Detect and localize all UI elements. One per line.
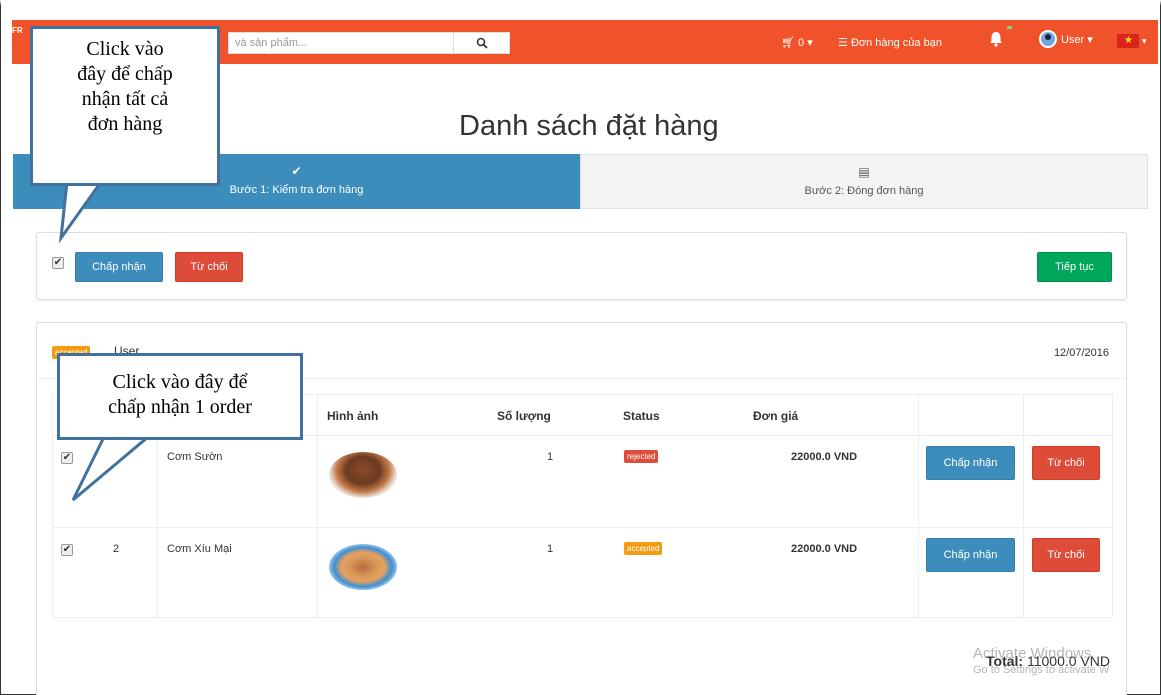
- page-title: Danh sách đặt hàng: [459, 110, 719, 142]
- callout-line: đơn hàng: [87, 113, 163, 135]
- reject-all-button[interactable]: Từ chối: [175, 252, 243, 282]
- list-icon: ☰: [838, 37, 848, 49]
- table-row: ✔ Cơm Sườn 1 rejected 22000.0 VND Chấp n…: [53, 435, 1112, 527]
- select-all-checkbox[interactable]: ✔: [52, 257, 64, 269]
- cart-menu[interactable]: 🛒︎ 0 ▾: [781, 36, 813, 49]
- callout-line: đây để chấp: [77, 63, 173, 85]
- user-menu[interactable]: User ▾: [1039, 30, 1093, 48]
- step-close-orders[interactable]: ▤ Bước 2: Đóng đơn hàng: [580, 154, 1148, 209]
- cart-count: 0 ▾: [798, 37, 813, 49]
- item-name: Cơm Xíu Mại: [167, 543, 232, 555]
- column-header-price: Đơn giá: [753, 409, 799, 423]
- screenshot-frame: FR và sản phẩm... 🛒︎ 0 ▾ ☰ Đơn hàng của …: [0, 0, 1161, 695]
- your-orders-label: Đơn hàng của bạn: [850, 37, 942, 49]
- language-menu[interactable]: ▾: [1117, 34, 1147, 48]
- callout-line: Click vào đây để: [112, 371, 248, 393]
- search-icon: [476, 37, 488, 49]
- accept-all-button[interactable]: Chấp nhận: [75, 252, 163, 282]
- item-quantity: 1: [547, 543, 554, 555]
- language-caret: ▾: [1142, 35, 1147, 46]
- order-date: 12/07/2016: [1053, 347, 1109, 359]
- bulk-action-panel: ✔ Chấp nhận Từ chối Tiếp tục: [36, 232, 1127, 300]
- list-icon: ▤: [858, 165, 870, 179]
- notification-indicator: [1007, 26, 1012, 29]
- bell-icon: [990, 32, 1002, 47]
- callout-line: chấp nhận 1 order: [108, 396, 252, 418]
- watermark-title: Activate Windows: [973, 645, 1092, 662]
- column-header-quantity: Số lượng: [497, 409, 551, 423]
- item-price: 22000.0 VND: [791, 451, 858, 463]
- accept-item-button[interactable]: Chấp nhận: [926, 538, 1015, 572]
- item-price: 22000.0 VND: [791, 543, 858, 555]
- item-name: Cơm Sườn: [167, 451, 223, 463]
- column-header-status: Status: [623, 409, 660, 423]
- reject-item-button[interactable]: Từ chối: [1032, 538, 1100, 572]
- food-image: [329, 452, 397, 498]
- reject-item-button[interactable]: Từ chối: [1032, 446, 1100, 480]
- food-image: [329, 544, 397, 590]
- callout-line: nhận tất cả: [81, 88, 169, 110]
- step-2-label: Bước 2: Đóng đơn hàng: [804, 185, 924, 197]
- item-status-badge: rejected: [624, 450, 659, 463]
- accept-item-button[interactable]: Chấp nhận: [926, 446, 1015, 480]
- callout-line: Click vào: [86, 38, 164, 60]
- item-checkbox[interactable]: ✔: [61, 452, 73, 464]
- continue-button[interactable]: Tiếp tục: [1037, 252, 1112, 282]
- item-index: 2: [113, 543, 120, 555]
- user-menu-label: User ▾: [1061, 33, 1093, 46]
- your-orders-link[interactable]: ☰ Đơn hàng của bạn: [838, 36, 942, 49]
- vietnam-flag-icon: [1117, 34, 1139, 48]
- search-input[interactable]: và sản phẩm...: [228, 32, 454, 54]
- cart-icon: 🛒︎: [781, 37, 795, 49]
- callout-accept-all: Click vào đây để chấp nhận tất cả đơn hà…: [30, 26, 220, 186]
- activate-windows-watermark: Activate Windows Go to Settings to activ…: [973, 646, 1109, 678]
- notifications-button[interactable]: [987, 30, 1011, 54]
- avatar: [1039, 30, 1057, 48]
- watermark-subtitle: Go to Settings to activate W: [973, 664, 1110, 676]
- table-row: ✔ 2 Cơm Xíu Mại 1 accepted 22000.0 VND C…: [53, 527, 1112, 619]
- item-checkbox[interactable]: ✔: [61, 544, 73, 556]
- callout-accept-one: Click vào đây để chấp nhận 1 order: [57, 353, 303, 440]
- search-button[interactable]: [454, 32, 510, 54]
- column-header-image: Hình ảnh: [327, 409, 379, 423]
- item-status-badge: accepted: [624, 542, 663, 555]
- item-quantity: 1: [547, 451, 554, 463]
